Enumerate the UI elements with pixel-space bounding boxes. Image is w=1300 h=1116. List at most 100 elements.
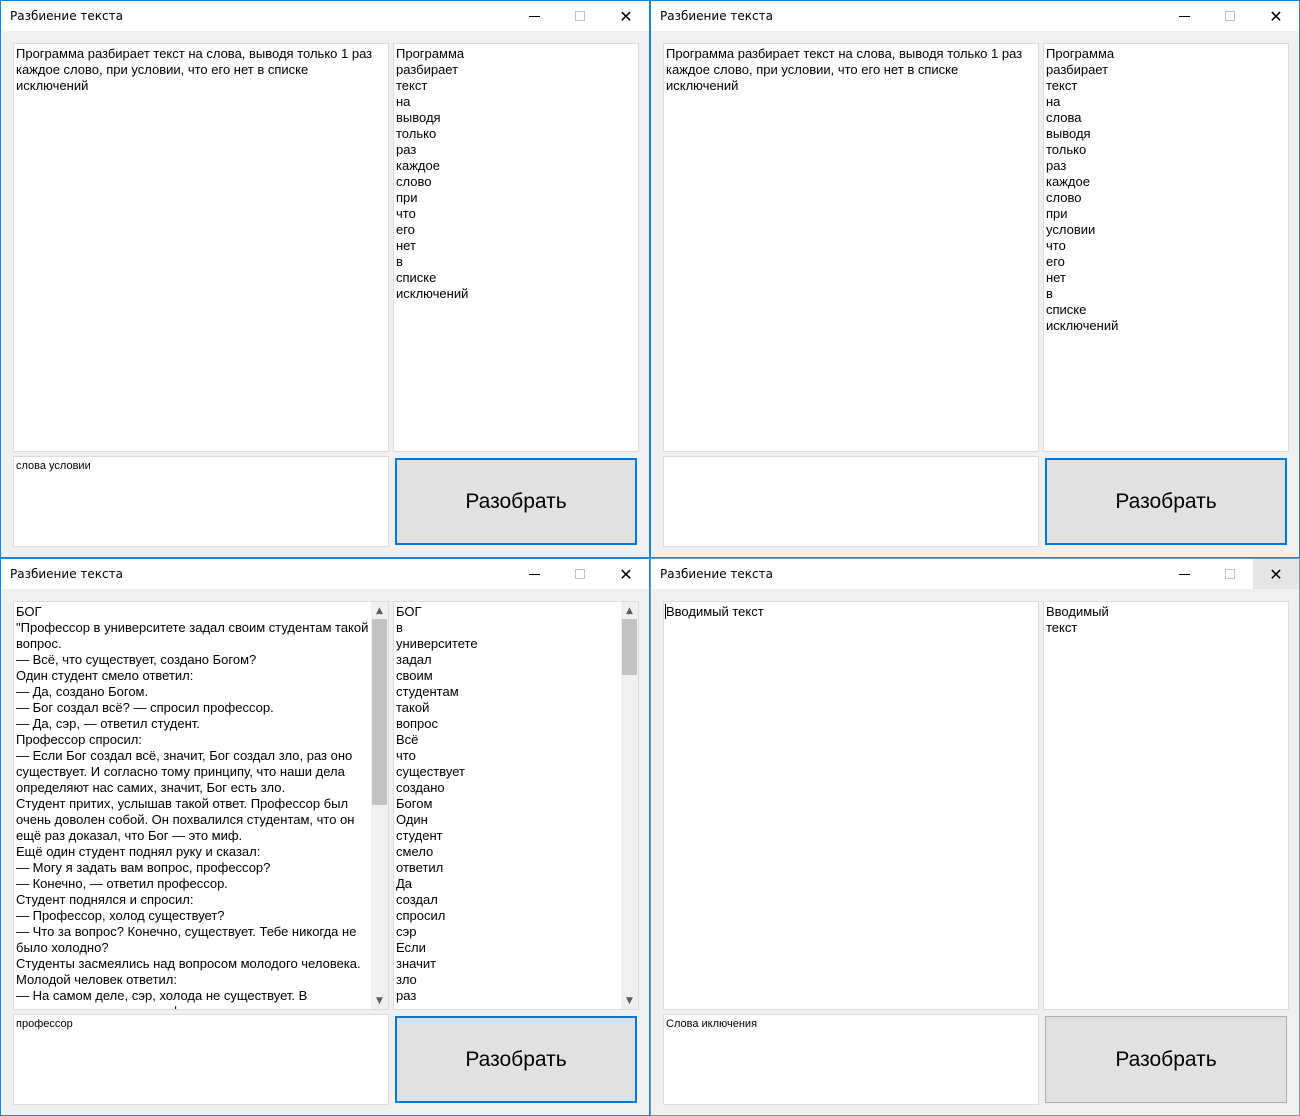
output-word: только bbox=[1046, 142, 1087, 157]
input-textarea[interactable]: Программа разбирает текст на слова, выво… bbox=[13, 43, 389, 452]
output-word: разбирает bbox=[1046, 62, 1109, 77]
parse-button[interactable]: Разобрать bbox=[395, 1016, 637, 1103]
output-word: Да bbox=[396, 876, 413, 891]
output-word: нет bbox=[1046, 270, 1066, 285]
exclusions-text: слова условии bbox=[16, 460, 91, 472]
output-word: текст bbox=[1046, 78, 1078, 93]
output-word-list: Программа разбирает текст на выводя только раз… bbox=[396, 46, 468, 302]
maximize-icon bbox=[1225, 569, 1235, 579]
output-word: слова bbox=[1046, 110, 1082, 125]
input-textarea[interactable]: БОГ "Профессор в университете задал свои… bbox=[13, 601, 389, 1010]
app-window-2: Разбиение текста ✕ Программа разбирает т… bbox=[650, 0, 1300, 558]
output-word: значит bbox=[396, 956, 437, 971]
output-word: студент bbox=[396, 828, 443, 843]
output-word: Всё bbox=[396, 732, 419, 747]
output-word: Один bbox=[396, 812, 428, 827]
close-icon: ✕ bbox=[1269, 564, 1283, 584]
app-window-1: Разбиение текста ✕ Программа разбирает т… bbox=[0, 0, 650, 558]
output-word: раз bbox=[396, 988, 417, 1003]
input-text: Программа разбирает текст на слова, выво… bbox=[666, 46, 1026, 93]
output-word: существует bbox=[396, 764, 465, 779]
input-scrollbar[interactable]: ▲ ▼ bbox=[371, 602, 388, 1009]
scroll-down-arrow-icon[interactable]: ▼ bbox=[621, 992, 638, 1009]
minimize-icon bbox=[1178, 15, 1190, 17]
scrollbar-thumb[interactable] bbox=[622, 619, 637, 675]
scrollbar-thumb[interactable] bbox=[372, 619, 387, 805]
scroll-up-arrow-icon[interactable]: ▲ bbox=[621, 602, 638, 619]
window-title: Разбиение текста bbox=[10, 567, 123, 581]
minimize-icon bbox=[1178, 573, 1190, 575]
output-word: в bbox=[396, 254, 403, 269]
parse-button[interactable]: Разобрать bbox=[1045, 458, 1287, 545]
output-word: исключений bbox=[396, 286, 469, 301]
exclusions-textarea[interactable]: слова условии bbox=[13, 456, 389, 547]
exclusions-text: профессор bbox=[16, 1018, 73, 1030]
output-word: что bbox=[1046, 238, 1066, 253]
exclusions-textarea[interactable] bbox=[663, 456, 1039, 547]
title-bar[interactable]: Разбиение текста ✕ bbox=[651, 559, 1299, 589]
minimize-button[interactable] bbox=[511, 559, 557, 589]
input-textarea[interactable]: Программа разбирает текст на слова, выво… bbox=[663, 43, 1039, 452]
output-word: списке bbox=[396, 270, 437, 285]
output-word: текст bbox=[396, 78, 428, 93]
maximize-button bbox=[1207, 1, 1253, 31]
scroll-down-arrow-icon[interactable]: ▼ bbox=[371, 992, 388, 1009]
input-text: Вводимый текст bbox=[666, 604, 764, 619]
minimize-button[interactable] bbox=[511, 1, 557, 31]
output-word: Вводимый bbox=[1046, 604, 1109, 619]
title-bar[interactable]: Разбиение текста ✕ bbox=[1, 1, 649, 31]
output-textarea[interactable]: Вводимый текст bbox=[1043, 601, 1289, 1010]
title-bar[interactable]: Разбиение текста ✕ bbox=[1, 559, 649, 589]
window-title: Разбиение текста bbox=[10, 9, 123, 23]
output-word: Программа bbox=[1046, 46, 1115, 61]
output-scrollbar[interactable]: ▲ ▼ bbox=[621, 602, 638, 1009]
output-word: исключений bbox=[1046, 318, 1119, 333]
parse-button[interactable]: Разобрать bbox=[1045, 1016, 1287, 1103]
output-word: Богом bbox=[396, 796, 433, 811]
output-word: своим bbox=[396, 668, 433, 683]
close-button[interactable]: ✕ bbox=[603, 559, 649, 589]
maximize-icon bbox=[575, 569, 585, 579]
output-word: каждое bbox=[1046, 174, 1090, 189]
minimize-button[interactable] bbox=[1161, 1, 1207, 31]
output-word: в bbox=[1046, 286, 1053, 301]
input-textarea[interactable]: Вводимый текст bbox=[663, 601, 1039, 1010]
minimize-icon bbox=[528, 15, 540, 17]
output-word: студентам bbox=[396, 684, 459, 699]
parse-button[interactable]: Разобрать bbox=[395, 458, 637, 545]
output-word: его bbox=[1046, 254, 1065, 269]
output-word: условии bbox=[1046, 222, 1096, 237]
input-text: БОГ "Профессор в университете задал свои… bbox=[16, 604, 369, 1009]
output-word: в bbox=[396, 620, 403, 635]
output-word: такой bbox=[396, 700, 430, 715]
output-word-list: БОГ в университете задал своим студентам такой… bbox=[396, 604, 620, 1009]
minimize-icon bbox=[528, 573, 540, 575]
title-bar[interactable]: Разбиение текста ✕ bbox=[651, 1, 1299, 31]
minimize-button[interactable] bbox=[1161, 559, 1207, 589]
exclusions-textarea[interactable]: Слова иключения bbox=[663, 1014, 1039, 1105]
output-word: каждое bbox=[396, 158, 440, 173]
output-textarea[interactable]: Программа разбирает текст на слова выводя толь… bbox=[1043, 43, 1289, 452]
exclusions-textarea[interactable]: профессор bbox=[13, 1014, 389, 1105]
output-word: университете bbox=[396, 636, 478, 651]
output-word: раз bbox=[396, 142, 417, 157]
app-window-4: Разбиение текста ✕ Вводимый текст Вводим… bbox=[650, 558, 1300, 1116]
input-text: Программа разбирает текст на слова, выво… bbox=[16, 46, 376, 93]
output-textarea[interactable]: Программа разбирает текст на выводя только раз… bbox=[393, 43, 639, 452]
output-word: только bbox=[396, 126, 437, 141]
close-button[interactable]: ✕ bbox=[1253, 559, 1299, 589]
output-textarea[interactable]: БОГ в университете задал своим студентам такой… bbox=[393, 601, 639, 1010]
output-word: создал bbox=[396, 892, 438, 907]
maximize-button bbox=[557, 559, 603, 589]
output-word: разбирает bbox=[396, 62, 459, 77]
output-word: оно bbox=[396, 1004, 620, 1009]
output-word: на bbox=[1046, 94, 1061, 109]
output-word: Если bbox=[396, 940, 426, 955]
close-button[interactable]: ✕ bbox=[1253, 1, 1299, 31]
scroll-up-arrow-icon[interactable]: ▲ bbox=[371, 602, 388, 619]
output-word: на bbox=[396, 94, 411, 109]
close-icon: ✕ bbox=[1269, 6, 1283, 26]
output-word: нет bbox=[396, 238, 416, 253]
close-button[interactable]: ✕ bbox=[603, 1, 649, 31]
output-word: смело bbox=[396, 844, 434, 859]
